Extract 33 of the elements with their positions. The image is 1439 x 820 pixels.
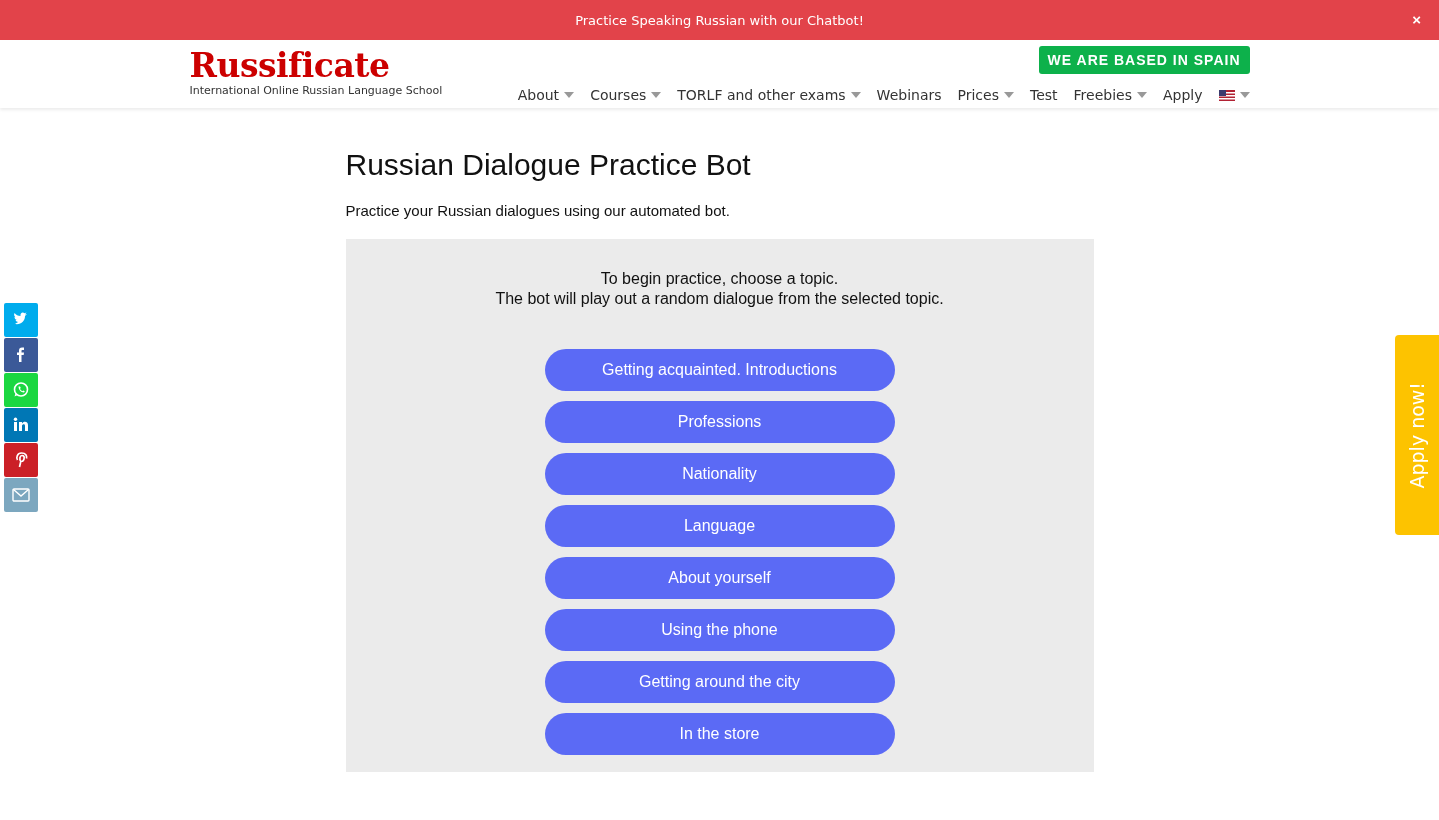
share-button[interactable] [4,408,38,442]
caret-icon [1239,92,1250,98]
whatsapp-icon [11,380,31,400]
location-badge[interactable]: WE ARE BASED IN SPAIN [1038,46,1250,74]
nav-link[interactable]: About [517,87,560,103]
page-title: Russian Dialogue Practice Bot [345,148,752,182]
topic-button[interactable]: Getting around the city [544,661,895,703]
topic-button[interactable]: Language [544,505,895,547]
banner-link[interactable]: Practice Speaking Russian with our Chatbot! [575,12,864,28]
topic-button[interactable]: In the store [544,713,895,755]
share-button[interactable] [4,443,38,477]
topic-button[interactable]: Using the phone [544,609,895,651]
topic-button[interactable]: Professions [544,401,895,443]
nav-link[interactable]: Freebies [1073,87,1132,103]
site-tagline: International Online Russian Language School [189,84,443,97]
topic-button[interactable]: About yourself [544,557,895,599]
nav-link[interactable]: Prices [957,87,999,103]
nav-link[interactable]: Test [1030,87,1058,103]
share-button[interactable] [4,338,38,372]
nav-link[interactable]: Courses [590,87,647,103]
close-button[interactable]: × [1412,11,1421,28]
instruction-text: The bot will play out a random dialogue from the selected topic. [495,289,944,309]
email-icon [11,485,31,505]
language-menu[interactable] [1218,89,1250,101]
instruction-text: To begin practice, choose a topic. [600,269,839,289]
nav-link[interactable]: Webinars [876,87,942,103]
intro-text: Practice your Russian dialogues using our automated bot. [345,202,731,219]
flag-icon [1218,89,1235,101]
topic-button[interactable]: Getting acquainted. Introductions [544,349,895,391]
site-logo[interactable]: Russificate [189,48,443,84]
nav-link[interactable]: Apply [1162,87,1203,103]
nav-link[interactable]: TORLF and other exams [677,87,846,103]
topic-button[interactable]: Nationality [544,453,895,495]
